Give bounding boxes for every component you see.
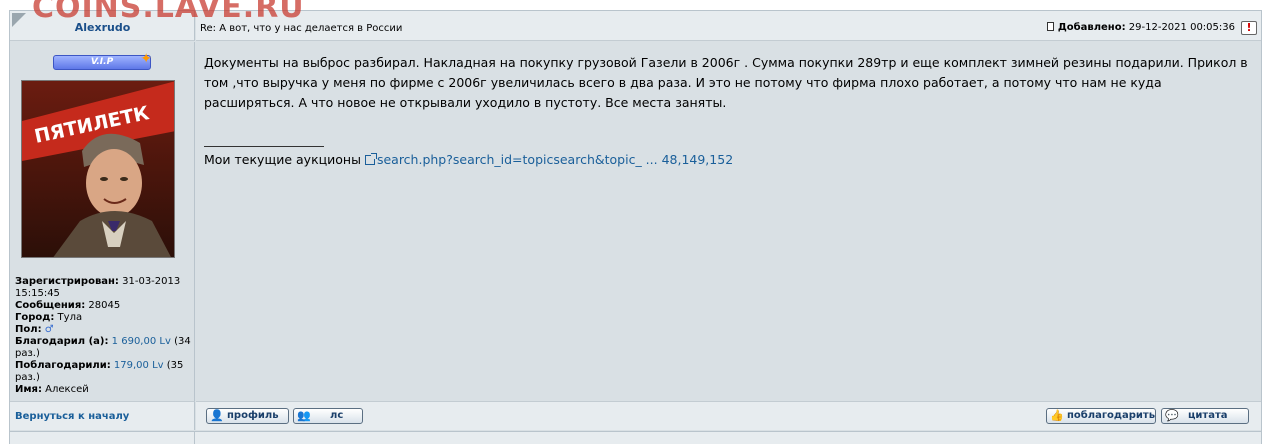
back-to-top-link[interactable]: Вернуться к началу	[15, 411, 129, 422]
name-label: Имя:	[15, 384, 42, 395]
messages-value: 28045	[88, 300, 121, 311]
user-icon: 👤	[210, 409, 224, 422]
gender-label: Пол:	[15, 324, 42, 335]
signature: Мои текущие аукционы search.php?search_id…	[204, 150, 733, 170]
city-label: Город:	[15, 312, 55, 323]
quote-button[interactable]: 💬 цитата	[1161, 408, 1249, 424]
report-button[interactable]: !	[1241, 21, 1257, 35]
post-frame: Alexrudo Re: А вот, что у нас делается в…	[9, 10, 1262, 444]
thanked-row: Благодарил (а): 1 690,00 Lv (34 раз.)	[15, 336, 193, 360]
thank-button-label: поблагодарить	[1067, 410, 1156, 421]
speech-bubble-icon: 💬	[1165, 409, 1179, 422]
signature-divider	[204, 146, 324, 147]
profile-button[interactable]: 👤 профиль	[206, 408, 289, 424]
city-row: Город: Тула	[15, 312, 193, 324]
post-footer-actions: 👤 профиль 👥 лс 👍 поблагодарить 💬 цитата	[196, 401, 1261, 430]
messages-label: Сообщения:	[15, 300, 86, 311]
was-thanked-label: Поблагодарили:	[15, 360, 111, 371]
registered-label: Зарегистрирован:	[15, 276, 119, 287]
next-post-header	[10, 431, 1261, 444]
users-icon: 👥	[297, 409, 311, 422]
messages-row: Сообщения: 28045	[15, 300, 193, 312]
post-header: Re: А вот, что у нас делается в России Д…	[196, 11, 1261, 41]
post-footer-left: Вернуться к началу	[10, 401, 195, 430]
thanked-value[interactable]: 1 690,00 Lv	[112, 336, 171, 347]
site-watermark: COINS.LAVE.RU	[32, 0, 305, 25]
gender-row: Пол: ♂	[15, 324, 193, 336]
thank-button[interactable]: 👍 поблагодарить	[1046, 408, 1156, 424]
posted-value: 29-12-2021 00:05:36	[1128, 22, 1235, 33]
vip-badge-label: V.I.P	[90, 57, 114, 67]
avatar-image: ПЯТИЛЕТК	[22, 81, 174, 257]
quote-button-label: цитата	[1188, 410, 1228, 421]
document-icon[interactable]	[1046, 22, 1054, 31]
signature-text: Мои текущие аукционы	[204, 152, 361, 167]
name-row: Имя: Алексей	[15, 384, 193, 396]
profile-button-label: профиль	[227, 410, 279, 421]
city-value: Тула	[57, 312, 83, 323]
posted-label: Добавлено:	[1057, 22, 1126, 33]
signature-link[interactable]: search.php?search_id=topicsearch&topic_ …	[377, 152, 733, 167]
male-icon: ♂	[44, 324, 54, 335]
user-details: Зарегистрирован: 31-03-2013 15:15:45 Соо…	[15, 276, 193, 396]
external-link-icon	[364, 153, 377, 165]
thumbs-up-icon: 👍	[1050, 409, 1064, 422]
user-info-panel: V.I.P ✦ ПЯТИЛЕТК Зарегистрирован: 31-03-…	[10, 42, 195, 401]
thanked-label: Благодарил (а):	[15, 336, 109, 347]
vip-badge: V.I.P ✦	[53, 51, 152, 70]
post-text: Документы на выброс разбирал. Накладная …	[204, 55, 1248, 110]
name-value: Алексей	[45, 384, 89, 395]
post-date: Добавлено: 29-12-2021 00:05:36	[1046, 22, 1235, 33]
pm-button-label: лс	[330, 410, 344, 421]
star-icon: ✦	[140, 51, 152, 67]
registered-row: Зарегистрирован: 31-03-2013 15:15:45	[15, 276, 193, 300]
avatar: ПЯТИЛЕТК	[21, 80, 175, 258]
next-post-author-cell	[10, 432, 195, 444]
post-body: Документы на выброс разбирал. Накладная …	[196, 42, 1261, 401]
was-thanked-row: Поблагодарили: 179,00 Lv (35 раз.)	[15, 360, 193, 384]
was-thanked-value[interactable]: 179,00 Lv	[114, 360, 164, 371]
pm-button[interactable]: 👥 лс	[293, 408, 363, 424]
